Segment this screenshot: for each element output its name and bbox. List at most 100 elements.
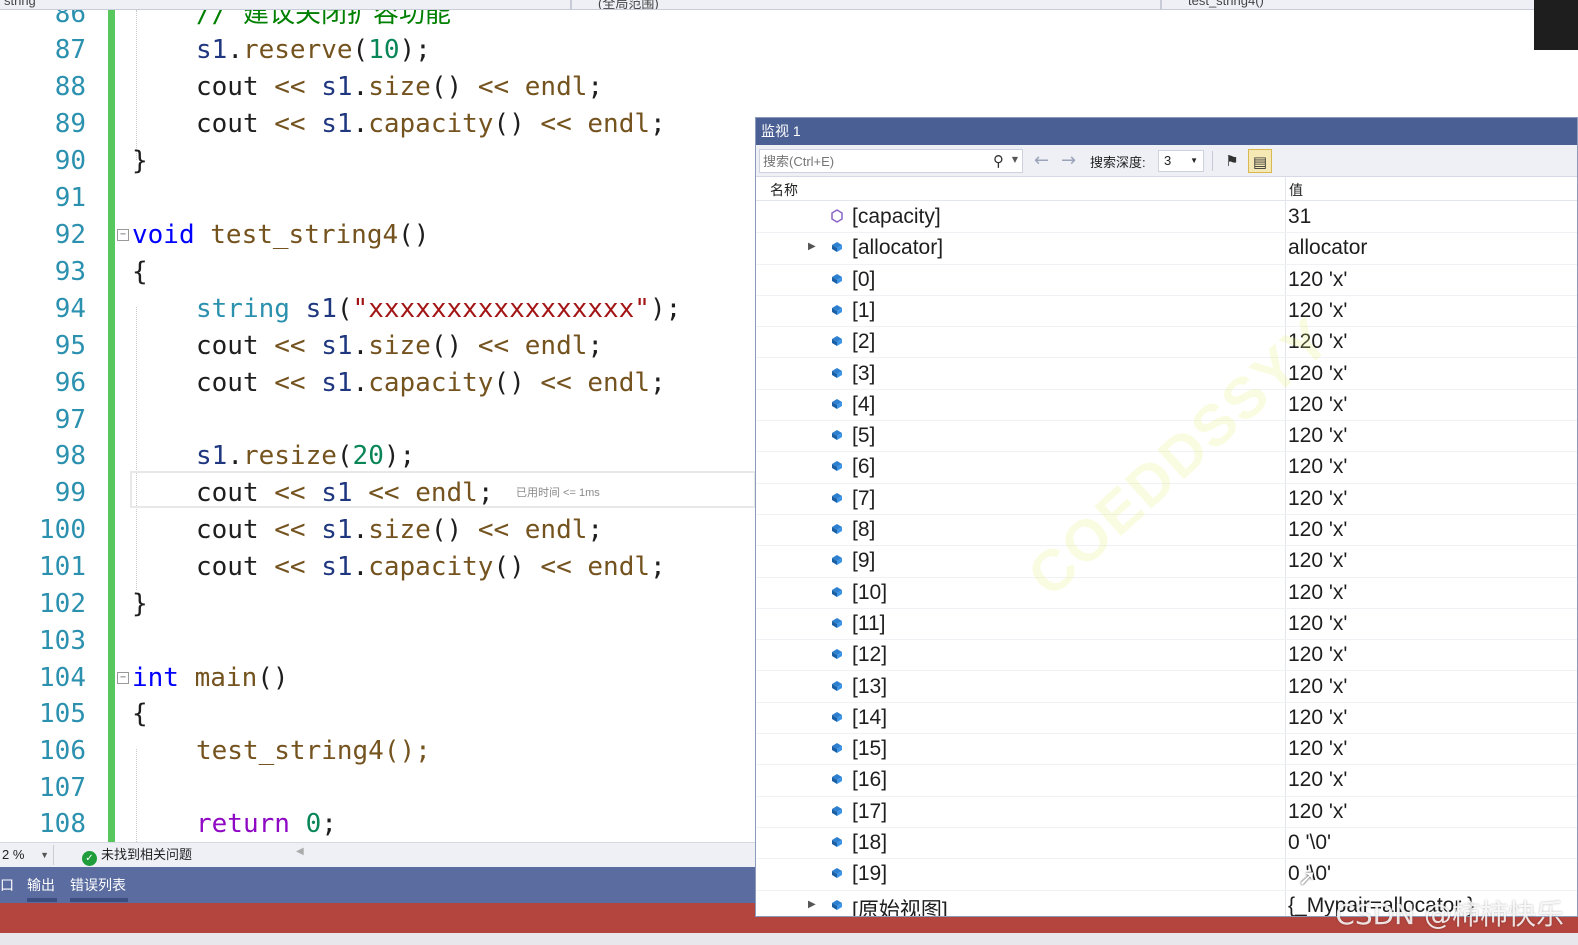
arrow-left-icon[interactable]: ← [1034,150,1049,171]
line-number: 101 [39,552,86,582]
code-text: { [132,699,148,729]
code-editor[interactable]: 86 // 建议关闭扩容功能 87 s1.reserve(10); 88 cou… [0,10,756,842]
property-icon [830,208,844,223]
collapse-icon[interactable]: − [117,229,129,241]
code-text: void test_string4() [132,220,430,250]
code-text: cout << s1.capacity() << endl; [196,109,666,139]
search-icon[interactable]: ⚲ [993,152,1004,170]
watch-row[interactable]: [19] 0 '\0' [756,859,1577,891]
search-field[interactable]: ⚲ ▼ [759,149,1023,173]
field-icon [830,365,844,379]
watch-row[interactable]: [16] 120 'x' [756,765,1577,797]
watch-row-value[interactable]: 120 'x' [1288,768,1347,792]
watch-row-value[interactable]: 120 'x' [1288,737,1347,761]
field-icon [830,678,844,692]
line-number: 88 [54,72,86,102]
nav-scope-dropdown[interactable]: (全局范围) [598,0,659,9]
watch-row-value[interactable]: 120 'x' [1288,675,1347,699]
search-depth-dropdown[interactable]: 3 ▼ [1158,150,1204,172]
watch-row-value[interactable]: 120 'x' [1288,706,1347,730]
field-icon [830,865,844,879]
watch-row-value[interactable]: 120 'x' [1288,800,1347,824]
line-number: 99 [54,478,86,508]
nav-project-dropdown[interactable]: string [4,0,36,8]
code-line: 90 } [0,143,756,180]
chevron-down-icon[interactable]: ▼ [1012,155,1018,164]
watch-row-value[interactable]: 120 'x' [1288,518,1347,542]
watch-row[interactable]: [13] 120 'x' [756,672,1577,703]
field-icon [830,552,844,566]
watch-row-name: [3] [852,361,876,385]
watch-row[interactable]: [12] 120 'x' [756,640,1577,672]
watch-row-name: [13] [852,674,888,698]
view-toggle-icon[interactable]: ▤ [1248,149,1272,173]
nav-member-dropdown[interactable]: test_string4() [1188,0,1264,8]
search-input[interactable] [763,152,983,170]
watch-row[interactable]: [8] 120 'x' [756,515,1577,547]
watch-row[interactable]: [11] 120 'x' [756,609,1577,641]
code-text: int main() [132,663,289,693]
watch-row-value[interactable]: 120 'x' [1288,424,1347,448]
tab-partial[interactable]: 口 [0,875,14,895]
watch-row-name: [原始视图] [852,898,948,917]
watch-row[interactable]: [2] 120 'x' [756,327,1577,359]
code-line: 97 [0,402,756,439]
csdn-watermark: CSDN @柿柿快乐 [1335,898,1564,931]
watch-row-value[interactable]: 120 'x' [1288,643,1347,667]
watch-row[interactable]: ▶ [allocator] allocator [756,233,1577,265]
watch-row-value[interactable]: 120 'x' [1288,487,1347,511]
watch-row[interactable]: [15] 120 'x' [756,734,1577,766]
watch-title[interactable]: 监视 1 [756,118,1577,145]
watch-row-value[interactable]: 120 'x' [1288,581,1347,605]
code-line: 94 string s1("xxxxxxxxxxxxxxxxx"); [0,291,756,328]
watch-row[interactable]: [18] 0 '\0' [756,828,1577,860]
watch-row-value[interactable]: 120 'x' [1288,268,1347,292]
code-text: cout << s1.size() << endl; [196,72,604,102]
tab-underline [70,898,128,902]
zoom-dropdown[interactable]: 2 % ▼ [0,845,54,865]
tab-underline [27,898,57,902]
watch-row-value[interactable]: allocator [1288,236,1367,260]
pin-icon[interactable]: ⚑ [1220,149,1244,173]
watch-row[interactable]: [0] 120 'x' [756,265,1577,296]
code-line: 104 − int main() [0,660,756,697]
field-icon [830,834,844,848]
watch-row-value[interactable]: 31 [1288,205,1311,229]
watch-row-value[interactable]: 120 'x' [1288,612,1347,636]
watch-row-name: [12] [852,643,888,667]
line-number: 108 [39,809,86,839]
watch-row[interactable]: [10] 120 'x' [756,578,1577,609]
arrow-right-icon[interactable]: → [1061,150,1076,171]
scroll-left-icon[interactable]: ◀ [296,846,304,857]
watch-row-value[interactable]: 120 'x' [1288,549,1347,573]
chevron-down-icon: ▼ [40,850,49,860]
watch-row[interactable]: [1] 120 'x' [756,296,1577,328]
collapse-icon[interactable]: − [117,672,129,684]
watch-row[interactable]: [3] 120 'x' [756,359,1577,390]
expand-arrow-icon[interactable]: ▶ [808,899,816,910]
code-line: 106 test_string4(); [0,733,756,770]
issues-indicator[interactable]: ✓ 未找到相关问题 [82,845,192,866]
line-number: 107 [39,773,86,803]
watch-row[interactable]: [4] 120 'x' [756,390,1577,422]
tab-error-list[interactable]: 错误列表 [70,875,126,895]
watch-row[interactable]: [17] 120 'x' [756,797,1577,828]
expand-arrow-icon[interactable]: ▶ [808,241,816,252]
watch-row-value[interactable]: 120 'x' [1288,455,1347,479]
tab-output[interactable]: 输出 [27,875,55,895]
code-text: // 建议关闭扩容功能 [196,10,451,29]
watch-row[interactable]: [14] 120 'x' [756,703,1577,735]
watch-row-name: [19] [852,862,888,886]
watch-row-value[interactable]: 120 'x' [1288,393,1347,417]
watch-row[interactable]: [capacity] 31 [756,202,1577,234]
column-header-name[interactable]: 名称 [770,180,798,200]
field-icon [830,709,844,723]
line-number: 106 [39,736,86,766]
perf-tip[interactable]: 已用时间 <= 1ms [516,475,600,512]
chevron-down-icon: ▼ [1190,156,1198,165]
nav-separator [570,0,572,9]
watch-row-value[interactable]: 0 '\0' [1288,831,1331,855]
line-number: 89 [54,109,86,139]
column-header-value[interactable]: 值 [1289,180,1303,200]
watch-row[interactable]: [9] 120 'x' [756,546,1577,578]
